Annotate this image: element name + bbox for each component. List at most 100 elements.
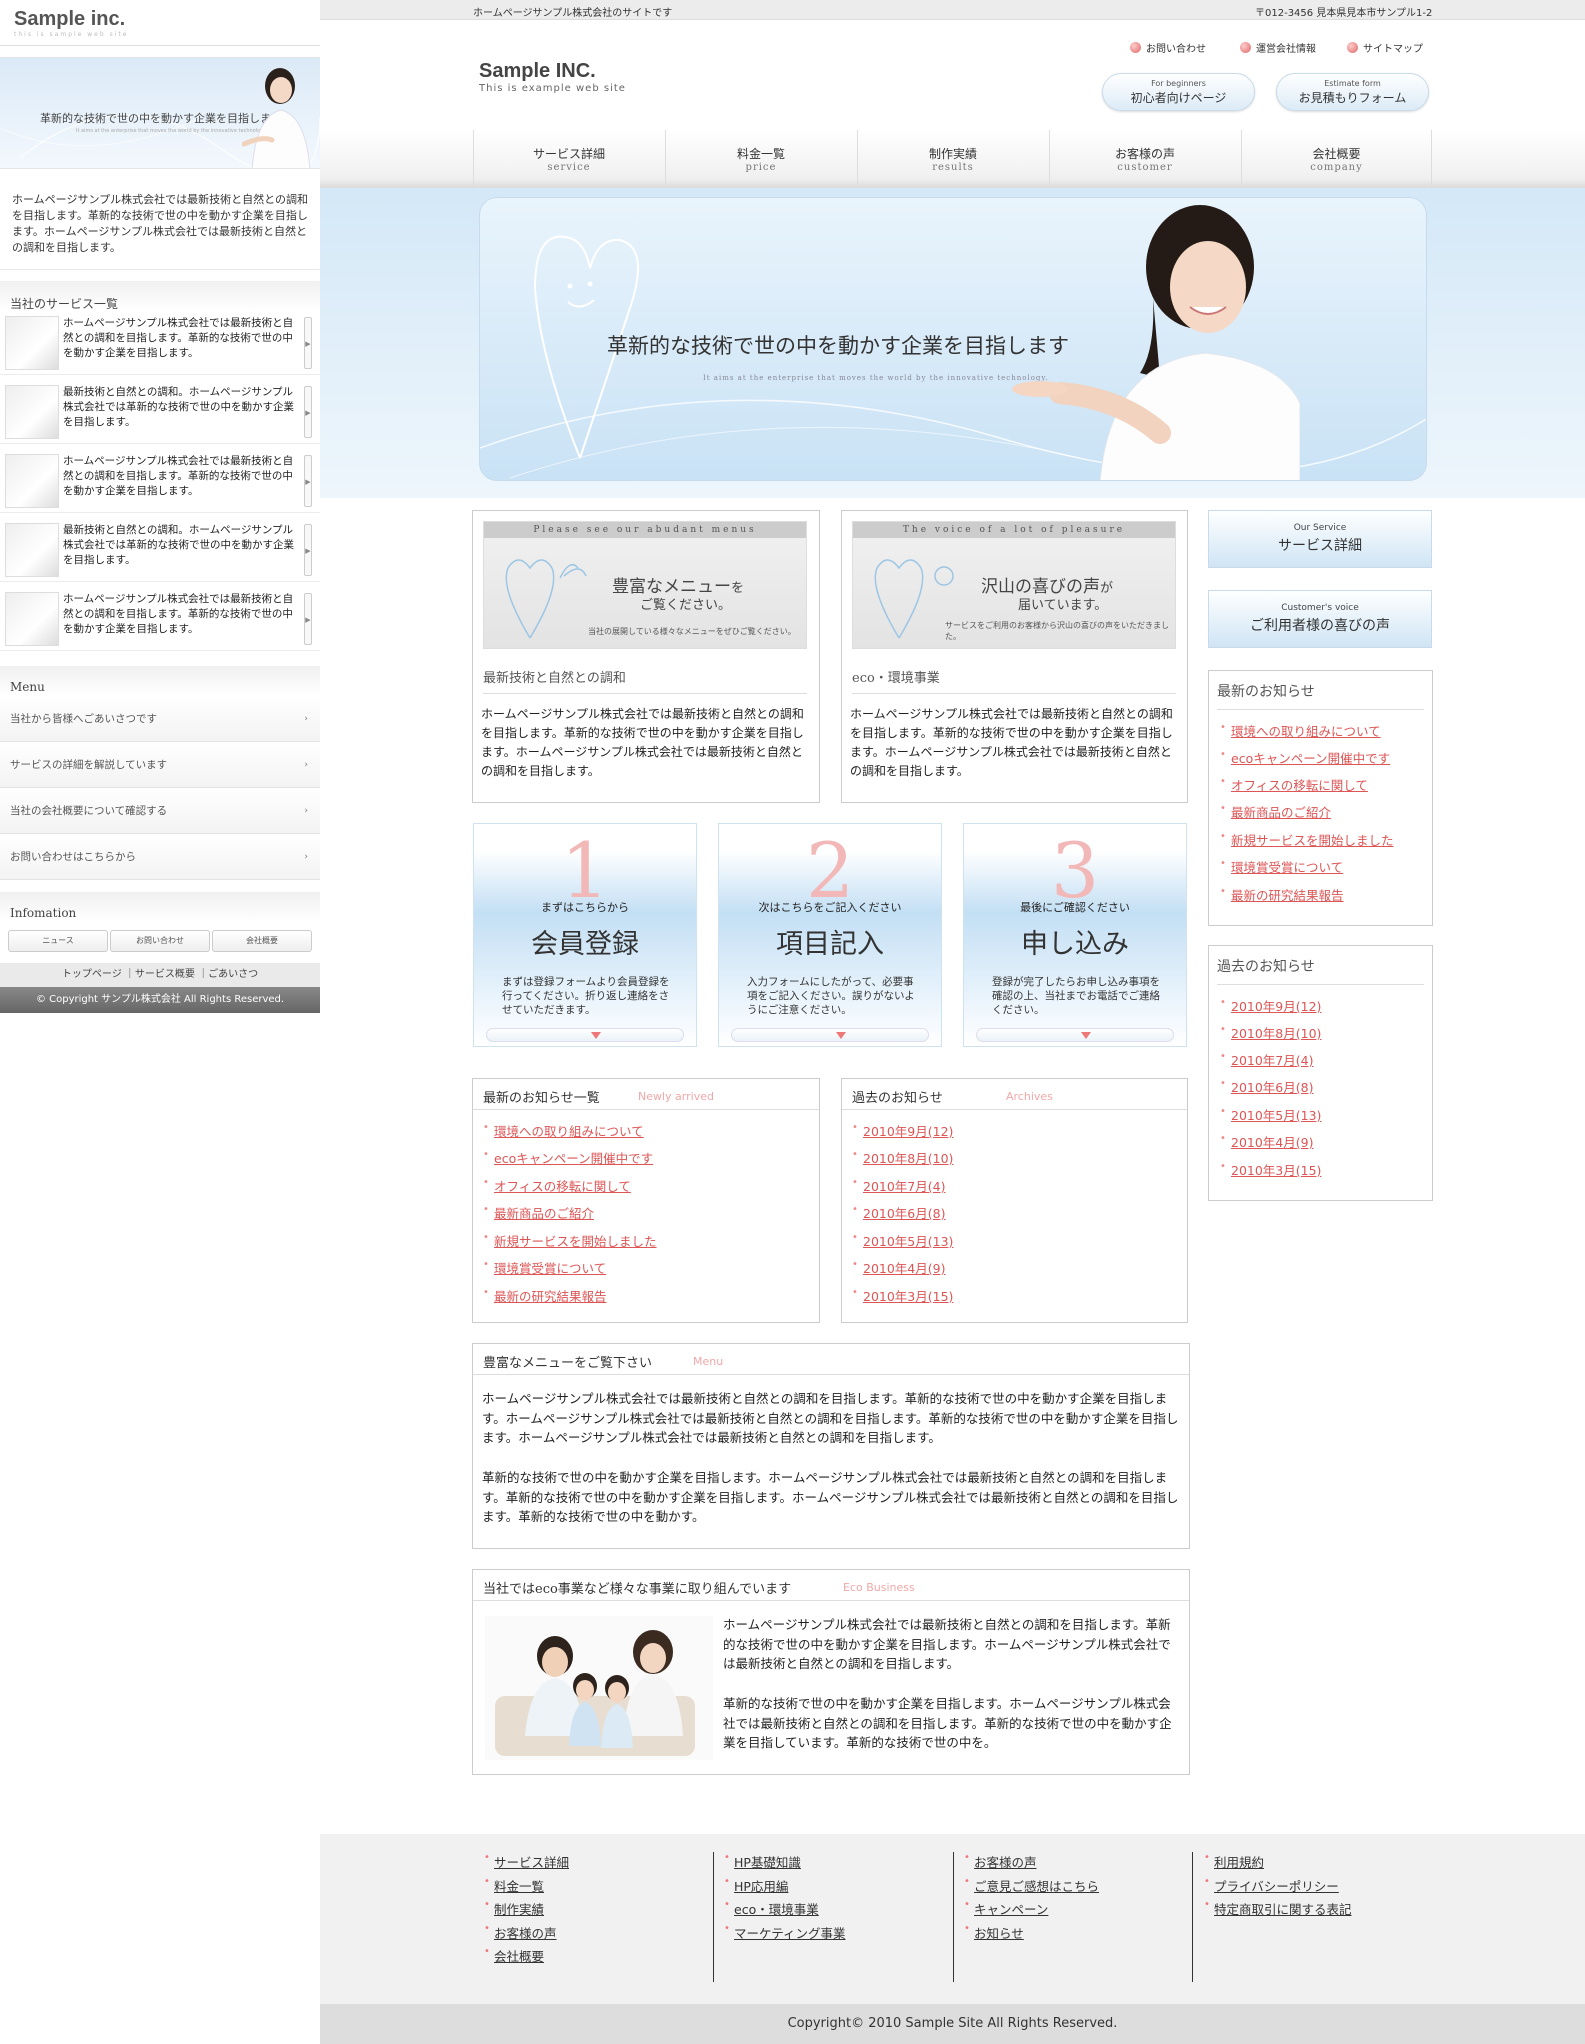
sidebar-menu-item[interactable]: お問い合わせはこちらから › xyxy=(0,834,320,880)
info-company-button[interactable]: 会社概要 xyxy=(212,930,312,952)
news-link[interactable]: 最新商品のご紹介 xyxy=(483,1203,594,1222)
nav-sub: company xyxy=(1310,162,1363,173)
feature-banner[interactable]: The voice of a lot of pleasure 沢山の喜びの声が … xyxy=(852,521,1176,649)
footer-link[interactable]: お知らせ xyxy=(964,1923,1099,1947)
footer-link[interactable]: マーケティング事業 xyxy=(724,1923,846,1947)
woman-photo xyxy=(242,68,311,168)
feature-title: 最新技術と自然との調和 xyxy=(483,671,626,686)
services-heading: 当社のサービス一覧 xyxy=(0,281,320,311)
archive-link[interactable]: 2010年3月(15) xyxy=(1220,1160,1321,1179)
step-2-card[interactable]: 2 次はこちらをご記入ください 項目記入 入力フォームにしたがって、必要事項をご… xyxy=(718,823,942,1047)
news-link[interactable]: 環境賞受賞について xyxy=(1220,857,1343,876)
archive-link[interactable]: 2010年4月(9) xyxy=(1220,1132,1314,1151)
news-link[interactable]: ecoキャンペーン開催中です xyxy=(1220,748,1390,767)
divider xyxy=(473,1600,1189,1601)
customer-voice-button[interactable]: Customer's voice ご利用者様の喜びの声 xyxy=(1208,590,1432,648)
archive-link[interactable]: 2010年8月(10) xyxy=(1220,1023,1321,1042)
sidebar-banner[interactable]: 革新的な技術で世の中を動かす企業を目指します It aims at the en… xyxy=(0,57,320,169)
archive-link[interactable]: 2010年5月(13) xyxy=(1220,1105,1321,1124)
our-service-button[interactable]: Our Service サービス詳細 xyxy=(1208,510,1432,568)
util-link-label: サイトマップ xyxy=(1363,44,1423,55)
util-link-company[interactable]: 運営会社情報 xyxy=(1240,40,1316,55)
footer-link[interactable]: キャンペーン xyxy=(964,1899,1099,1923)
side-archive-title: 過去のお知らせ xyxy=(1217,959,1315,975)
sidebar-footer-links[interactable]: トップページ ｜サービス概要 ｜ごあいさつ xyxy=(0,963,320,987)
company-address: 〒012-3456 見本県見本市サンプル1-2 xyxy=(1255,8,1433,19)
footer-link[interactable]: サービス詳細 xyxy=(484,1852,569,1876)
archive-link[interactable]: 2010年6月(8) xyxy=(1220,1077,1314,1096)
service-item[interactable]: ホームページサンプル株式会社では最新技術と自然との調和を目指します。革新的な技術… xyxy=(0,587,320,651)
news-link[interactable]: 環境への取り組みについて xyxy=(1220,721,1381,740)
news-link[interactable]: 環境賞受賞について xyxy=(483,1258,606,1277)
nav-price[interactable]: 料金一覧 price xyxy=(665,130,856,188)
footer-link[interactable]: eco・環境事業 xyxy=(724,1899,846,1923)
news-link[interactable]: オフィスの移転に関して xyxy=(1220,775,1368,794)
menu-box-sub: Menu xyxy=(693,1355,724,1368)
bullet-icon xyxy=(1347,42,1358,53)
news-link[interactable]: 最新の研究結果報告 xyxy=(483,1286,606,1305)
service-item[interactable]: ホームページサンプル株式会社では最新技術と自然との調和を目指します。革新的な技術… xyxy=(0,449,320,513)
footer-link[interactable]: HP応用編 xyxy=(724,1876,846,1900)
footer-link[interactable]: 制作実績 xyxy=(484,1899,569,1923)
news-link[interactable]: ecoキャンペーン開催中です xyxy=(483,1148,653,1167)
archive-link[interactable]: 2010年7月(4) xyxy=(1220,1050,1314,1069)
news-link[interactable]: 新規サービスを開始しました xyxy=(1220,830,1393,849)
service-item[interactable]: 最新技術と自然との調和。ホームページサンプル株式会社では革新的な技術で世の中を動… xyxy=(0,380,320,444)
footer-link[interactable]: 特定商取引に関する表記 xyxy=(1204,1899,1352,1923)
divider xyxy=(842,1109,1187,1110)
archive-link[interactable]: 2010年6月(8) xyxy=(852,1203,946,1222)
nav-company[interactable]: 会社概要 company xyxy=(1241,130,1432,188)
news-link[interactable]: 新規サービスを開始しました xyxy=(483,1231,656,1250)
service-item[interactable]: 最新技術と自然との調和。ホームページサンプル株式会社では革新的な技術で世の中を動… xyxy=(0,518,320,582)
archive-link[interactable]: 2010年4月(9) xyxy=(852,1258,946,1277)
news-link[interactable]: 最新商品のご紹介 xyxy=(1220,802,1331,821)
nav-customer[interactable]: お客様の声 customer xyxy=(1049,130,1240,188)
archive-link[interactable]: 2010年3月(15) xyxy=(852,1286,953,1305)
util-link-sitemap[interactable]: サイトマップ xyxy=(1347,40,1423,55)
info-contact-button[interactable]: お問い合わせ xyxy=(110,930,210,952)
archive-link[interactable]: 2010年5月(13) xyxy=(852,1231,953,1250)
step-1-card[interactable]: 1 まずはこちらから 会員登録 まずは登録フォームより会員登録を行ってください。… xyxy=(473,823,697,1047)
footer-link[interactable]: 料金一覧 xyxy=(484,1876,569,1900)
sidebar-logo[interactable]: Sample inc. this is sample web site xyxy=(0,0,320,46)
chevron-right-icon[interactable]: ▶ xyxy=(304,455,312,507)
nav-service[interactable]: サービス詳細 service xyxy=(473,130,664,188)
step-3-card[interactable]: 3 最後にご確認ください 申し込み 登録が完了したらお申し込み事項を確認の上、当… xyxy=(963,823,1187,1047)
info-news-button[interactable]: ニュース xyxy=(8,930,108,952)
chevron-right-icon[interactable]: ▶ xyxy=(304,317,312,369)
archive-link[interactable]: 2010年9月(12) xyxy=(852,1121,953,1140)
divider xyxy=(473,1109,819,1110)
chevron-right-icon[interactable]: ▶ xyxy=(304,593,312,645)
footer-link[interactable]: お客様の声 xyxy=(964,1852,1099,1876)
footer-link[interactable]: プライバシーポリシー xyxy=(1204,1876,1352,1900)
footer-link[interactable]: お客様の声 xyxy=(484,1923,569,1947)
footer-link[interactable]: HP基礎知識 xyxy=(724,1852,846,1876)
nav-sub: customer xyxy=(1117,162,1173,173)
sidebar-menu-item[interactable]: サービスの詳細を解説しています › xyxy=(0,742,320,788)
chevron-right-icon[interactable]: ▶ xyxy=(304,386,312,438)
footer-link[interactable]: 会社概要 xyxy=(484,1946,569,1970)
footer-link[interactable]: 利用規約 xyxy=(1204,1852,1352,1876)
site-logo[interactable]: Sample INC. This is example web site xyxy=(479,60,626,94)
feature-banner[interactable]: Please see our abudant menus 豊富なメニューを ご覧… xyxy=(483,521,807,649)
chevron-right-icon[interactable]: ▶ xyxy=(304,524,312,576)
sidebar-menu-item[interactable]: 当社の会社概要について確認する › xyxy=(0,788,320,834)
feature-big-1-suffix: を xyxy=(731,581,745,596)
nav-results[interactable]: 制作実績 results xyxy=(857,130,1048,188)
beginners-button[interactable]: For beginners 初心者向けページ xyxy=(1102,73,1255,111)
util-link-contact[interactable]: お問い合わせ xyxy=(1130,40,1206,55)
news-link[interactable]: オフィスの移転に関して xyxy=(483,1176,631,1195)
archive-link[interactable]: 2010年7月(4) xyxy=(852,1176,946,1195)
estimate-button[interactable]: Estimate form お見積もりフォーム xyxy=(1276,73,1429,111)
divider xyxy=(852,693,1176,694)
archive-link[interactable]: 2010年8月(10) xyxy=(852,1148,953,1167)
footer-copyright: Copyright© 2010 Sample Site All Rights R… xyxy=(320,2004,1585,2044)
step-arrow-bar xyxy=(486,1028,684,1042)
archive-link[interactable]: 2010年9月(12) xyxy=(1220,996,1321,1015)
news-link[interactable]: 最新の研究結果報告 xyxy=(1220,885,1343,904)
news-link[interactable]: 環境への取り組みについて xyxy=(483,1121,644,1140)
service-item[interactable]: ホームページサンプル株式会社では最新技術と自然との調和を目指します。革新的な技術… xyxy=(0,311,320,375)
footer-link[interactable]: ご意見ご感想はこちら xyxy=(964,1876,1099,1900)
step-label: まずはこちらから xyxy=(541,901,629,914)
sidebar-menu-item[interactable]: 当社から皆様へごあいさつです › xyxy=(0,696,320,742)
